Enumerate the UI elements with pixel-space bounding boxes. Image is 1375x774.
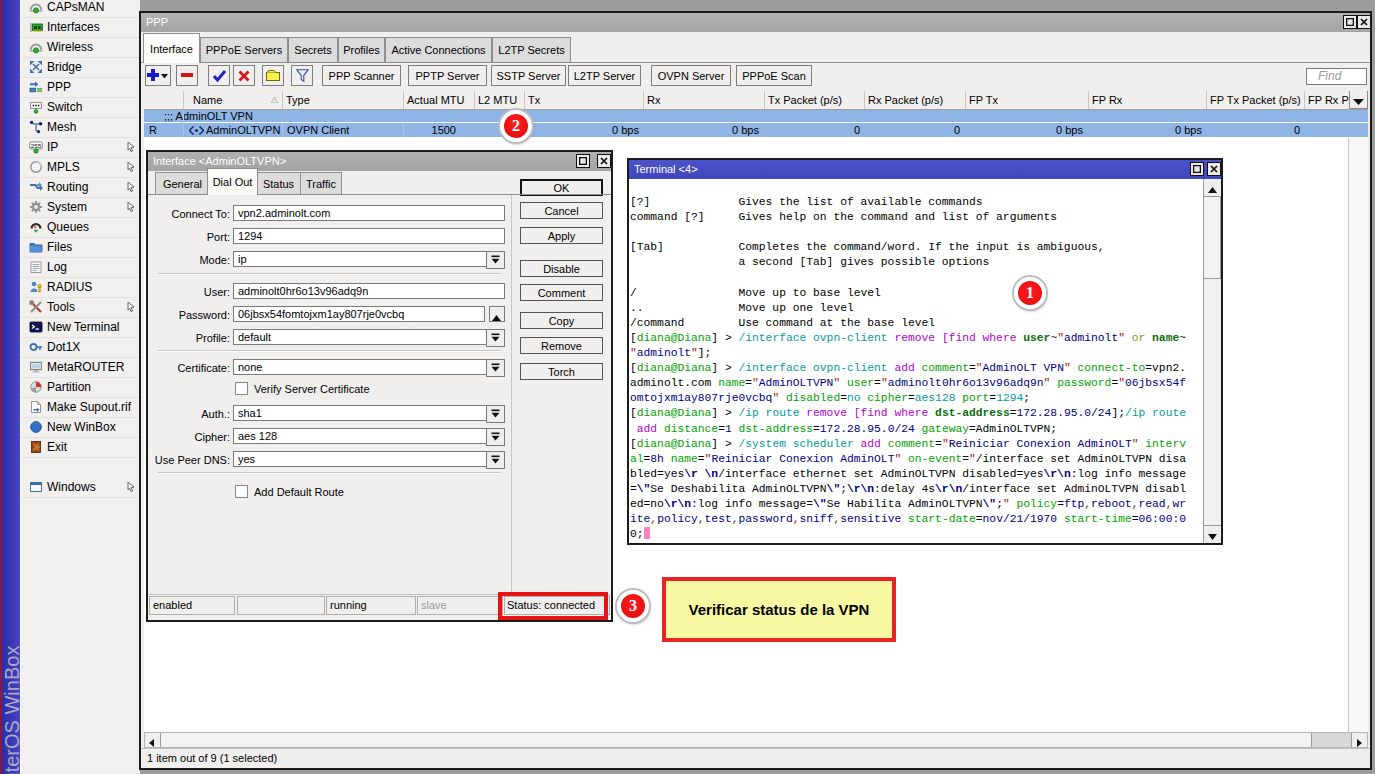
svg-text:255: 255 [31, 142, 42, 149]
